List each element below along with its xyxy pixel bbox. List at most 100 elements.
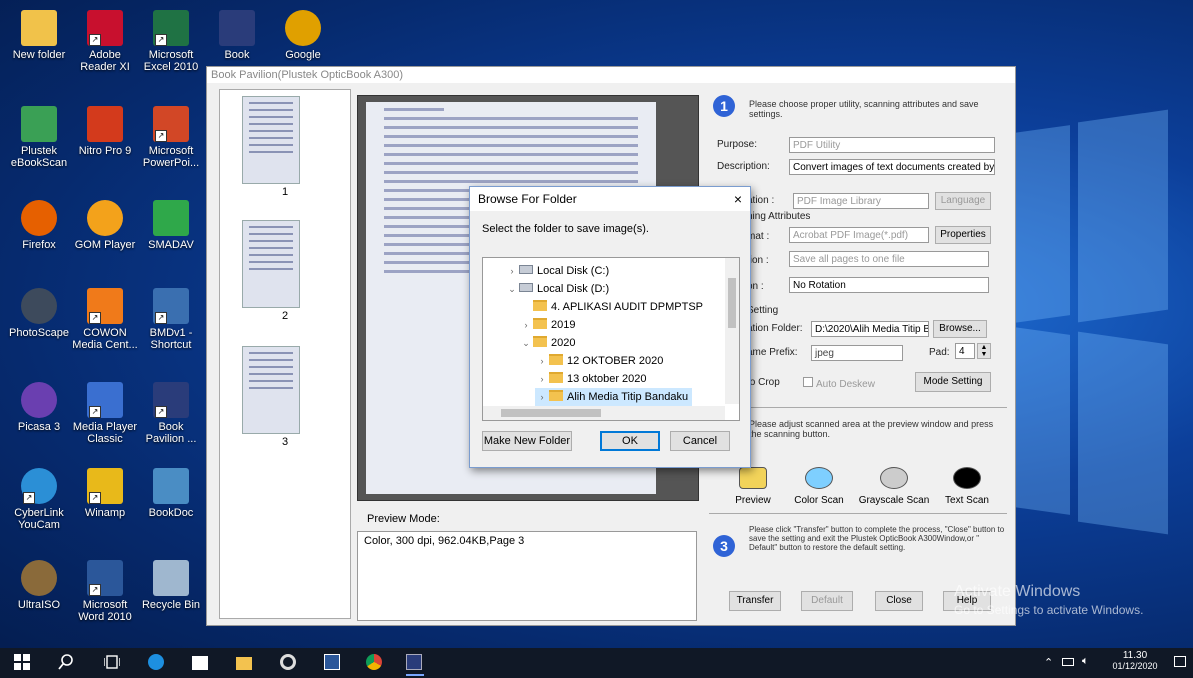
tree-item-12-oktober-2020[interactable]: › 12 OKTOBER 2020 — [535, 352, 663, 370]
desktop-icon-word[interactable]: ↗ Microsoft Word 2010 — [72, 554, 138, 623]
desktop-icon-adobe-reader[interactable]: ↗ Adobe Reader XI — [72, 4, 138, 73]
desktop-icon-book-pavilion[interactable]: Book Pavilion — [204, 4, 270, 61]
desktop-icon-label: CyberLink YouCam — [14, 507, 64, 531]
desktop-icon-winamp[interactable]: ↗ Winamp — [72, 462, 138, 519]
language-button[interactable]: Language — [935, 192, 991, 210]
book-pavilion-icon[interactable] — [406, 654, 424, 676]
desktop-icon-gom-player[interactable]: GOM Player — [72, 194, 138, 251]
cancel-button[interactable]: Cancel — [670, 431, 730, 451]
folder-icon — [533, 318, 547, 329]
desktop-icon-smadav[interactable]: SMADAV — [138, 194, 204, 251]
chevron-down-icon[interactable]: ⌄ — [519, 334, 533, 352]
purpose-select[interactable]: PDF Utility — [789, 137, 995, 153]
thumbnail-number: 1 — [281, 186, 289, 198]
desktop-icon-bmd[interactable]: ↗ BMDv1 - Shortcut — [138, 282, 204, 351]
desktop-icon-chrome[interactable]: Google Chrome — [270, 4, 336, 61]
default-button[interactable]: Default — [801, 591, 853, 611]
tree-item-2019[interactable]: › 2019 — [519, 316, 575, 334]
destination-folder-field[interactable]: D:\2020\Alih Media Titip B: — [811, 321, 929, 337]
mode-setting-button[interactable]: Mode Setting — [915, 372, 991, 392]
auto-deskew-checkbox[interactable]: Auto Deskew — [803, 377, 875, 390]
page-thumbnail[interactable] — [242, 220, 300, 308]
tray-chevron-up-icon[interactable]: ⌃ — [1044, 656, 1053, 669]
windows-wallpaper-logo — [1000, 109, 1170, 535]
color-scan-button[interactable]: Color Scan — [793, 467, 845, 506]
ok-button[interactable]: OK — [600, 431, 660, 451]
store-icon[interactable] — [192, 654, 210, 672]
file-explorer-icon[interactable] — [236, 654, 254, 672]
desktop-icon-plustek[interactable]: Plustek eBookScan — [6, 100, 72, 169]
desktop-icon-picasa[interactable]: Picasa 3 — [6, 376, 72, 433]
chevron-down-icon[interactable]: ⌄ — [505, 280, 519, 298]
format-select[interactable]: Acrobat PDF Image(*.pdf) — [789, 227, 929, 243]
text-scan-button[interactable]: Text Scan — [941, 467, 993, 506]
page-thumbnail[interactable] — [242, 96, 300, 184]
edge-icon[interactable] — [148, 654, 166, 672]
pad-field[interactable]: 4 — [955, 343, 975, 359]
preview-scan-button[interactable]: Preview — [727, 467, 779, 506]
close-button[interactable]: Close — [875, 591, 923, 611]
desktop-icon-label: SMADAV — [148, 239, 194, 251]
page-option-select[interactable]: Save all pages to one file — [789, 251, 989, 267]
battery-icon[interactable] — [1062, 658, 1074, 666]
desktop-icon-new-folder[interactable]: New folder — [6, 4, 72, 61]
chevron-right-icon[interactable]: › — [535, 370, 549, 388]
start-icon[interactable] — [14, 654, 32, 672]
desktop-icon-photoscape[interactable]: PhotoScape — [6, 282, 72, 339]
desktop-icon-excel[interactable]: ↗ Microsoft Excel 2010 — [138, 4, 204, 73]
task-view-icon[interactable] — [103, 654, 122, 672]
desktop-icon-youcam[interactable]: ↗ CyberLink YouCam — [6, 462, 72, 531]
desktop-icon-nitro[interactable]: Nitro Pro 9 — [72, 100, 138, 157]
desktop-icon-ultraiso[interactable]: UltraISO — [6, 554, 72, 611]
tree-item-13-oktober-2020[interactable]: › 13 oktober 2020 — [535, 370, 647, 388]
activate-windows-title: Activate Windows — [954, 583, 1081, 600]
notification-icon[interactable] — [1174, 656, 1186, 667]
properties-button[interactable]: Properties — [935, 226, 991, 244]
chevron-right-icon[interactable]: › — [535, 388, 549, 406]
tree-horizontal-scrollbar[interactable] — [483, 406, 725, 420]
desktop-icon-firefox[interactable]: Firefox — [6, 194, 72, 251]
desktop-icon-cowon[interactable]: ↗ COWON Media Cent... — [72, 282, 138, 351]
tree-item-local-disk-c[interactable]: › Local Disk (C:) — [505, 262, 609, 280]
desktop-icon-powerpoint[interactable]: ↗ Microsoft PowerPoi... — [138, 100, 204, 169]
chevron-right-icon[interactable]: › — [505, 262, 519, 280]
desktop-icon-label: Nitro Pro 9 — [78, 145, 132, 157]
volume-icon[interactable]: 🔈︎ — [1082, 655, 1089, 668]
tree-item-alih-media-titip-bandaku[interactable]: › Alih Media Titip Bandaku — [535, 388, 693, 406]
tree-item-label: Alih Media Titip Bandaku — [567, 391, 689, 403]
application-select[interactable]: PDF Image Library — [793, 193, 929, 209]
thumbnail-pane[interactable]: 1 2 3 — [219, 89, 351, 619]
scrollbar-thumb[interactable] — [501, 409, 601, 417]
browse-button[interactable]: Browse... — [933, 320, 987, 338]
chrome-icon[interactable] — [366, 654, 384, 672]
scrollbar-thumb[interactable] — [728, 278, 736, 328]
system-clock[interactable]: 11.30 01/12/2020 — [1104, 650, 1166, 671]
desktop-icon-label: Microsoft Word 2010 — [78, 599, 132, 623]
tree-vertical-scrollbar[interactable] — [725, 258, 739, 404]
desktop-icon-media-player[interactable]: ↗ Media Player Classic — [72, 376, 138, 445]
make-new-folder-button[interactable]: Make New Folder — [482, 431, 572, 451]
tree-item-local-disk-d[interactable]: ⌄ Local Disk (D:) — [505, 280, 609, 298]
chevron-right-icon[interactable]: › — [519, 316, 533, 334]
folder-tree[interactable]: › Local Disk (C:) ⌄ Local Disk (D:) 4. APL… — [482, 257, 740, 421]
grayscale-scan-button[interactable]: Grayscale Scan — [857, 467, 931, 506]
dialog-close-button[interactable]: × — [734, 187, 742, 211]
chevron-right-icon[interactable]: › — [535, 352, 549, 370]
file-name-prefix-field[interactable]: jpeg — [811, 345, 903, 361]
folder-icon — [549, 354, 563, 365]
page-thumbnail[interactable] — [242, 346, 300, 434]
desktop-icon-recycle-bin[interactable]: Recycle Bin — [138, 554, 204, 611]
search-icon[interactable] — [58, 654, 76, 672]
transfer-button[interactable]: Transfer — [729, 591, 781, 611]
pad-stepper[interactable]: ▲ ▼ — [977, 343, 991, 359]
photoscape-icon[interactable] — [280, 654, 298, 672]
text-scan-icon — [953, 467, 981, 489]
desktop-icon-bookdoc[interactable]: BookDoc — [138, 462, 204, 519]
rotation-select[interactable]: No Rotation — [789, 277, 989, 293]
preview-eye-icon — [739, 467, 767, 489]
word-icon[interactable] — [324, 654, 342, 672]
desktop-icon-book-pavilion-2[interactable]: ↗ Book Pavilion ... — [138, 376, 204, 445]
tree-item-aplikasi-audit[interactable]: 4. APLIKASI AUDIT DPMPTSP — [519, 298, 703, 316]
thumbnail-number: 2 — [281, 310, 289, 322]
tree-item-2020[interactable]: ⌄ 2020 — [519, 334, 575, 352]
